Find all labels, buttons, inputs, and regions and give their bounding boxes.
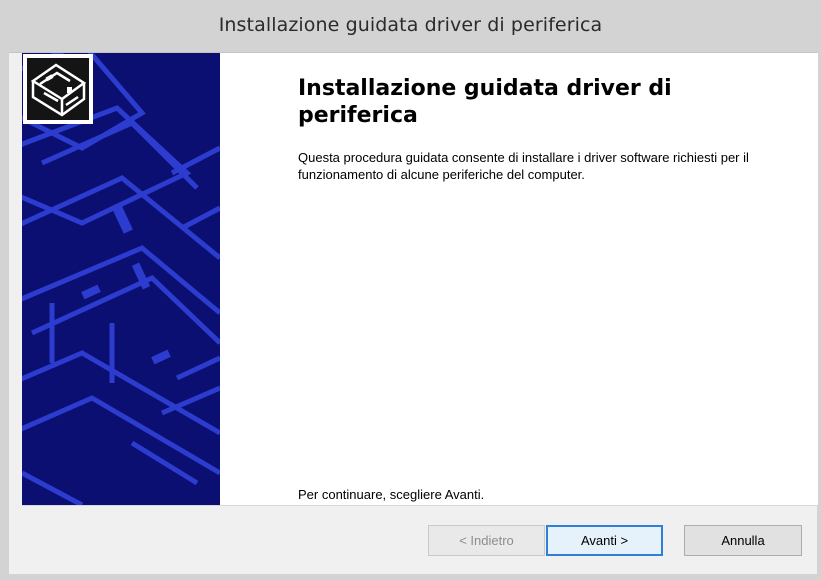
wizard-window: Installazione guidata driver di periferi…	[0, 0, 821, 580]
window-frame-bottom	[0, 574, 821, 580]
next-button[interactable]: Avanti >	[546, 525, 663, 556]
wizard-content-panel: Installazione guidata driver di periferi…	[22, 53, 818, 505]
continue-instruction: Per continuare, scegliere Avanti.	[298, 487, 485, 502]
title-bar[interactable]: Installazione guidata driver di periferi…	[0, 0, 821, 53]
wizard-description: Questa procedura guidata consente di ins…	[298, 150, 749, 182]
wizard-heading: Installazione guidata driver di periferi…	[298, 76, 672, 128]
window-title: Installazione guidata driver di periferi…	[218, 14, 603, 36]
footer-separator	[22, 505, 818, 506]
window-frame-left	[0, 52, 9, 580]
hardware-wizard-icon	[23, 54, 93, 124]
wizard-side-banner	[22, 53, 220, 505]
back-button[interactable]: < Indietro	[428, 525, 545, 556]
cancel-button[interactable]: Annulla	[684, 525, 802, 556]
